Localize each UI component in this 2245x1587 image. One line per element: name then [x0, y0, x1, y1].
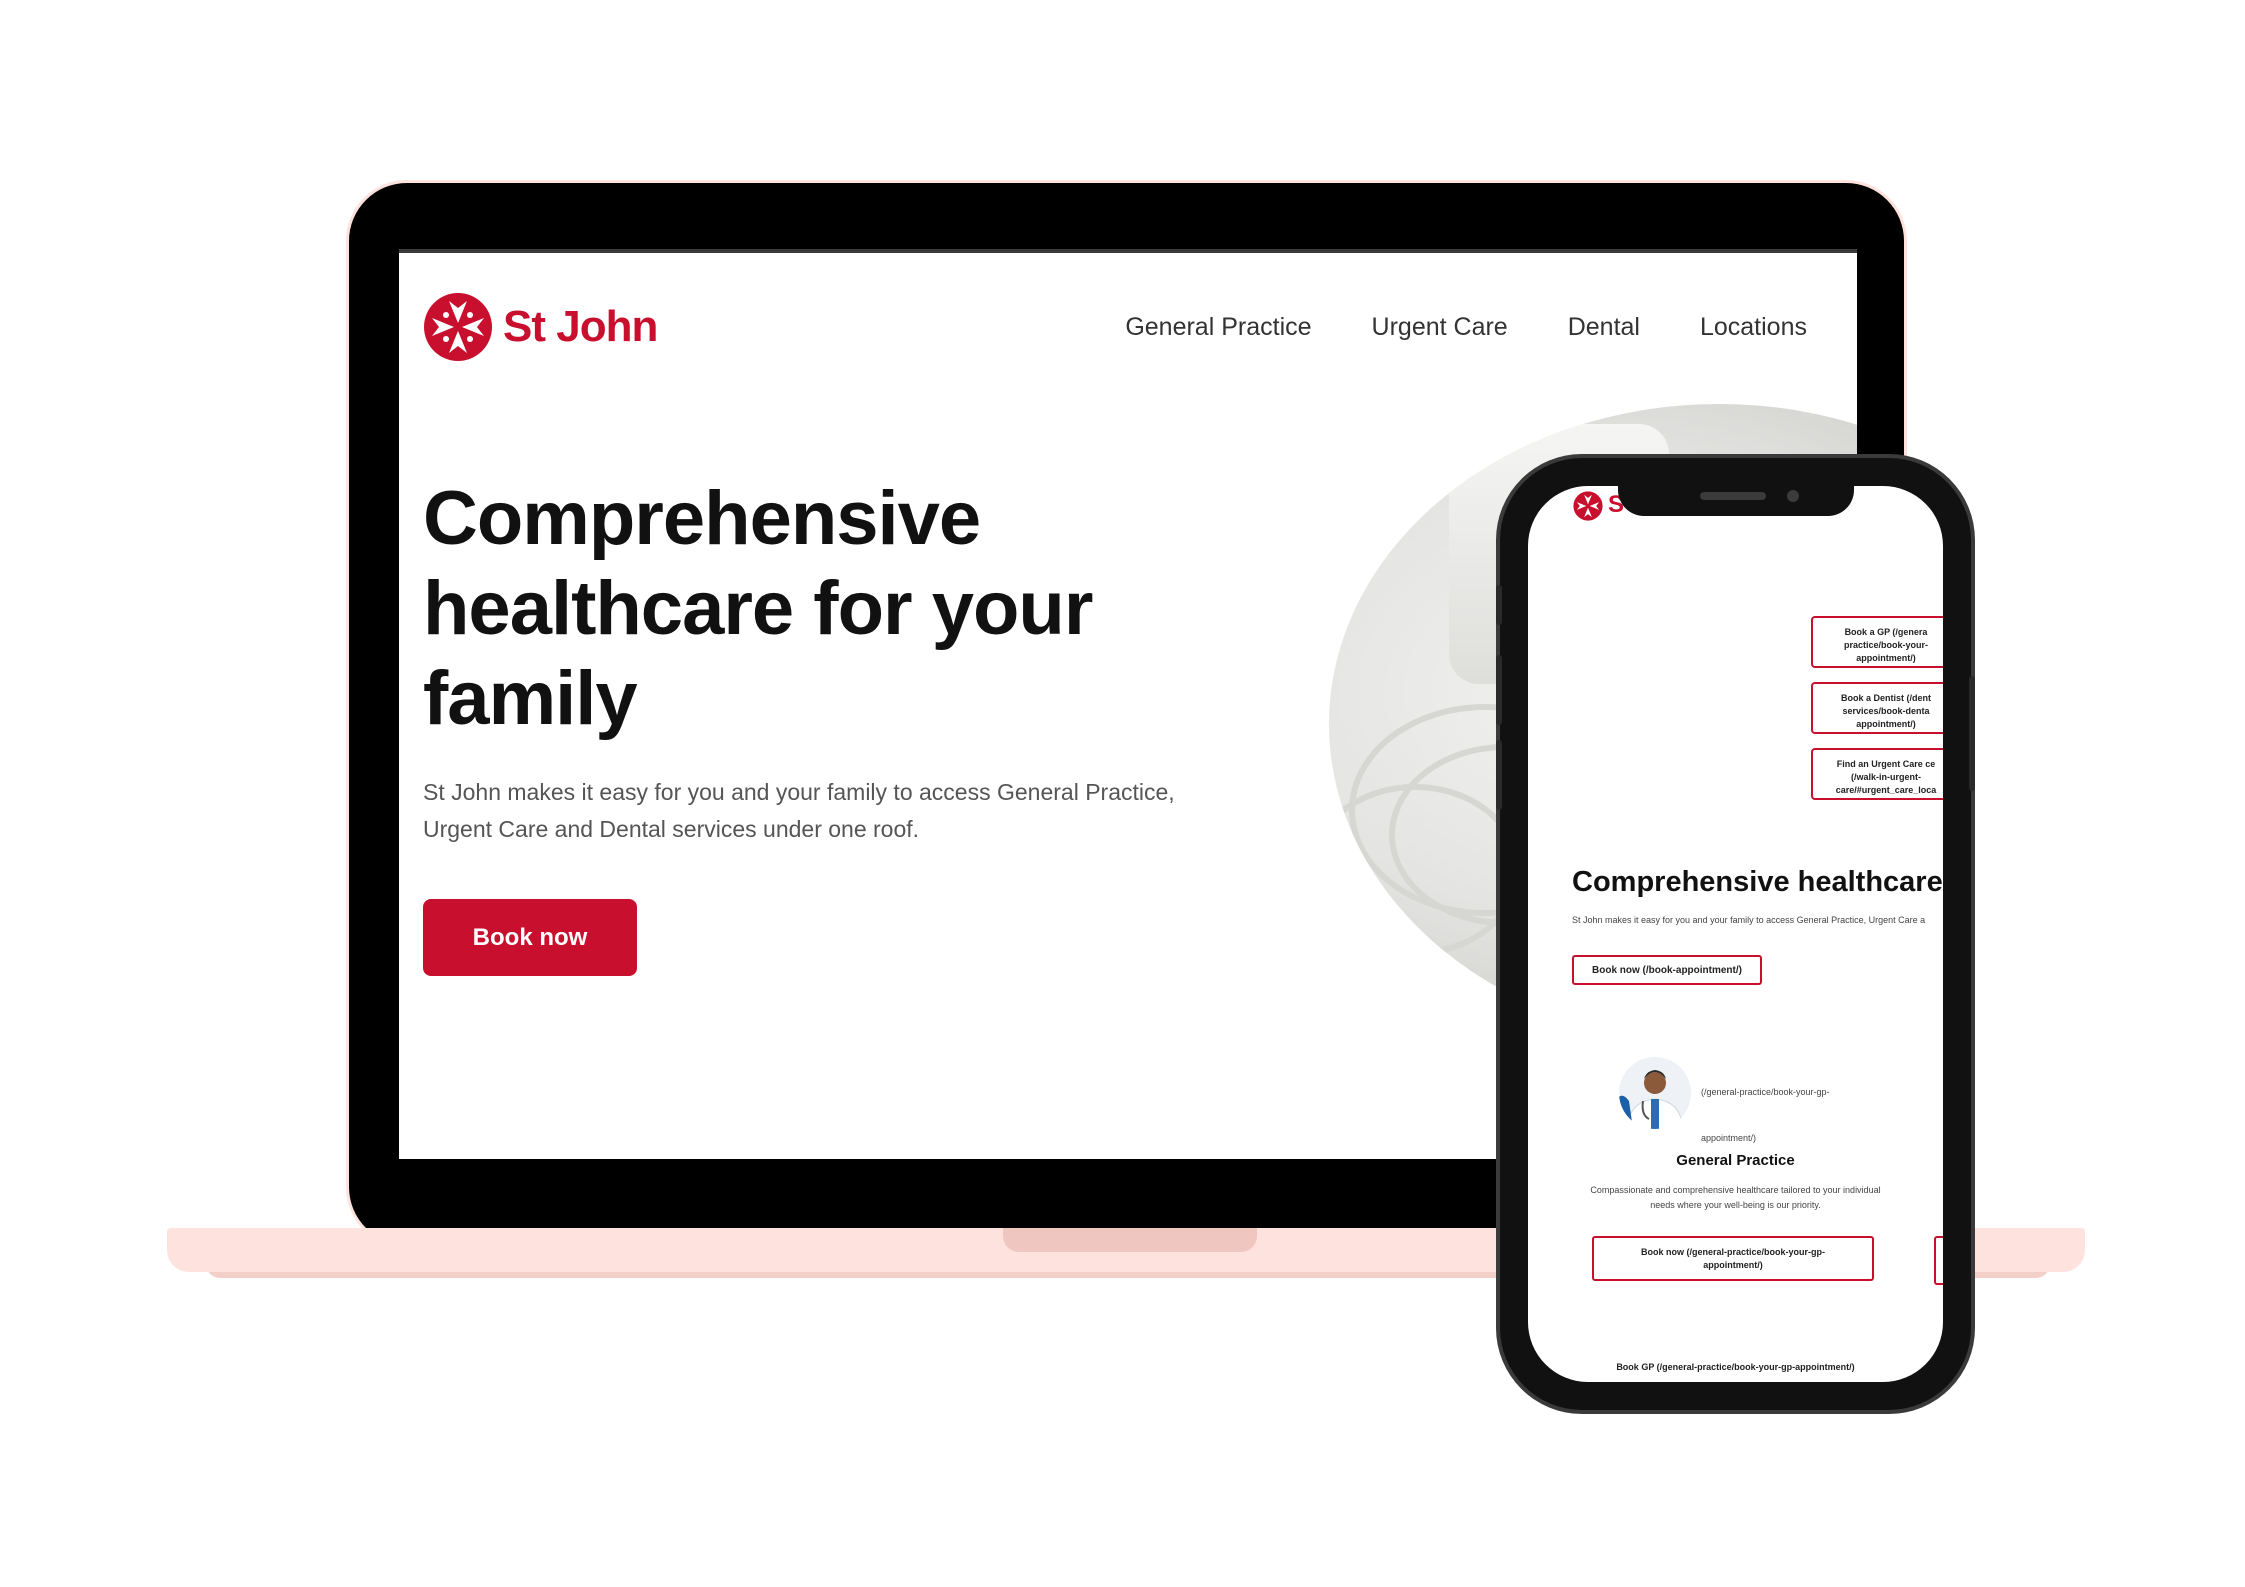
main-nav: General Practice Urgent Care Dental Loca… — [1125, 313, 1807, 342]
hero-copy: St John makes it easy for you and your f… — [423, 779, 1175, 842]
book-now-button[interactable]: Book now — [423, 899, 637, 976]
st-john-cross-icon — [424, 293, 492, 361]
phone-speaker — [1700, 492, 1766, 500]
site-logo[interactable]: St John — [423, 292, 658, 362]
mobile-hero-title: Comprehensive healthcare — [1572, 866, 1943, 898]
doctor-image-link-cont[interactable]: appointment/) — [1701, 1133, 1756, 1143]
doctor-image-link[interactable]: (/general-practice/book-your-gp- — [1701, 1087, 1830, 1097]
phone-mute-switch — [1496, 585, 1502, 625]
nav-general-practice[interactable]: General Practice — [1125, 313, 1311, 342]
phone-camera — [1787, 490, 1799, 502]
logo-text: St John — [503, 302, 658, 351]
phone-screen: S Book a GP (/genera practice/book-your-… — [1528, 486, 1943, 1382]
nav-dental[interactable]: Dental — [1568, 313, 1640, 342]
phone-volume-down — [1496, 740, 1502, 810]
phone-volume-up — [1496, 655, 1502, 725]
doctor-illustration[interactable] — [1619, 1057, 1691, 1129]
gp-card-title: General Practice — [1676, 1152, 1795, 1169]
laptop-notch — [1003, 1228, 1257, 1252]
mobile-logo-icon[interactable] — [1573, 491, 1603, 521]
browser-top-edge — [399, 249, 1857, 253]
next-card-button-partial[interactable] — [1934, 1236, 1943, 1285]
mobile-book-now-button[interactable]: Book now (/book-appointment/) — [1572, 955, 1762, 985]
mobile-quick-link-book-dentist[interactable]: Book a Dentist (/dent services/book-dent… — [1811, 682, 1943, 734]
book-gp-link[interactable]: Book GP (/general-practice/book-your-gp-… — [1528, 1362, 1943, 1372]
doctor-icon — [1619, 1057, 1691, 1129]
mobile-quick-link-book-gp[interactable]: Book a GP (/genera practice/book-your- a… — [1811, 616, 1943, 668]
mobile-quick-link-urgent-care[interactable]: Find an Urgent Care ce (/walk-in-urgent-… — [1811, 748, 1943, 800]
gp-card-description: Compassionate and comprehensive healthca… — [1590, 1185, 1881, 1210]
nav-locations[interactable]: Locations — [1700, 313, 1807, 342]
mobile-hero-copy: St John makes it easy for you and your f… — [1572, 915, 1926, 925]
phone-power-button — [1969, 676, 1975, 791]
hero-title: Comprehensive healthcare for your family — [423, 476, 1093, 741]
nav-urgent-care[interactable]: Urgent Care — [1372, 313, 1508, 342]
gp-book-now-button[interactable]: Book now (/general-practice/book-your-gp… — [1592, 1236, 1874, 1281]
